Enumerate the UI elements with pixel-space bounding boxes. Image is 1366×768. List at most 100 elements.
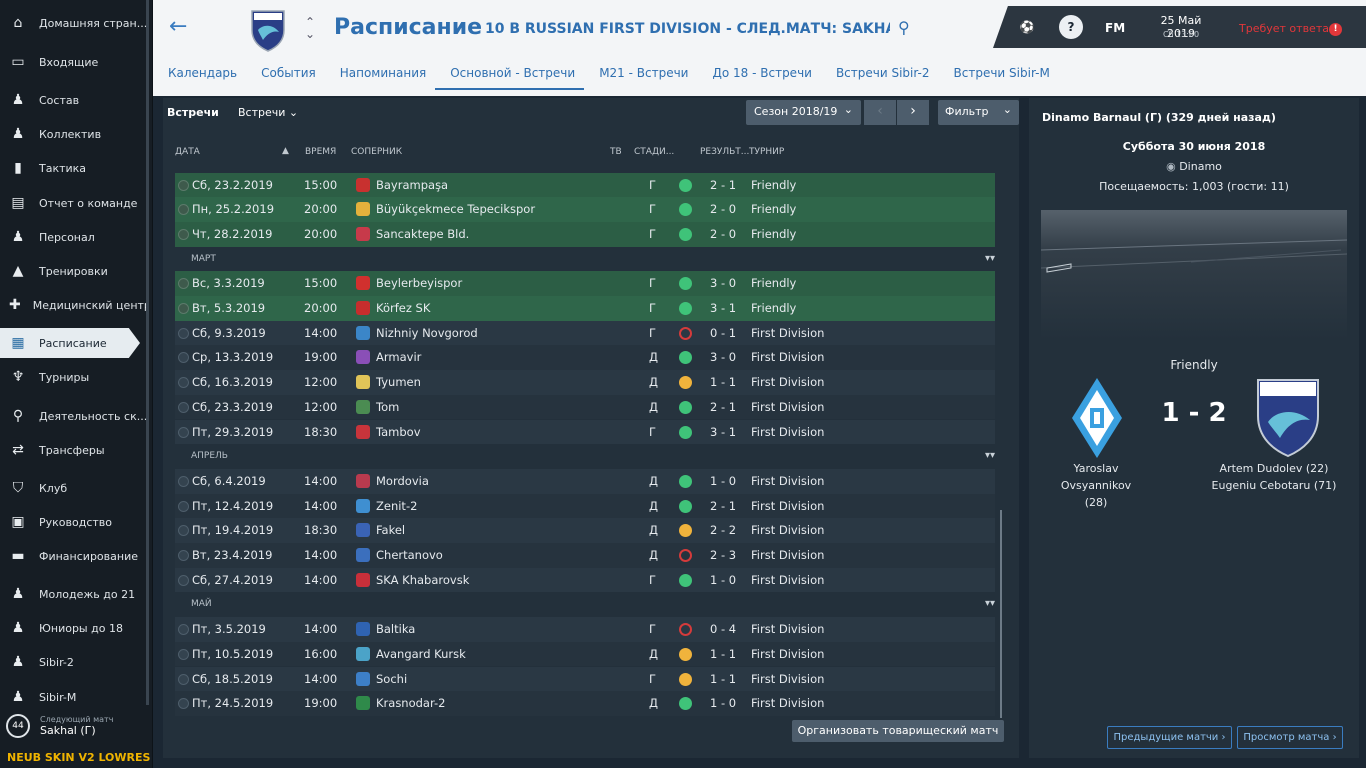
fm-logo[interactable]: FM	[1105, 21, 1125, 35]
table-row[interactable]: Пт, 19.4.2019 18:30 Fakel Д 2 - 2 First Divis…	[175, 518, 995, 543]
opponent-name[interactable]: Armavir	[376, 350, 421, 364]
collapse-icon[interactable]: ▾▾	[985, 598, 995, 609]
match-competition[interactable]: First Division	[751, 350, 824, 364]
opponent-name[interactable]: Sochi	[376, 672, 407, 686]
row-checkbox[interactable]	[178, 426, 189, 438]
opponent-name[interactable]: Nizhniy Novgorod	[376, 326, 478, 340]
table-row[interactable]: Сб, 6.4.2019 14:00 Mordovia Д 1 - 0 First Div…	[175, 468, 995, 494]
match-competition[interactable]: First Division	[751, 400, 824, 414]
table-row[interactable]: Пт, 12.4.2019 14:00 Zenit-2 Д 2 - 1 First Div…	[175, 493, 995, 519]
match-competition[interactable]: Friendly	[751, 202, 796, 216]
list-scrollbar[interactable]	[1000, 510, 1002, 718]
sidebar-item-18[interactable]: ♟ Sibir-2	[0, 647, 148, 677]
match-score[interactable]: 3 - 0	[710, 276, 736, 290]
sidebar-item-1[interactable]: ▭ Входящие	[0, 47, 148, 77]
tab-4[interactable]: M21 - Встречи	[584, 62, 697, 90]
match-competition[interactable]: First Division	[751, 375, 824, 389]
match-score[interactable]: 1 - 1	[710, 647, 736, 661]
updown-switch-icon[interactable]: ⌃ ⌄	[305, 16, 315, 40]
row-checkbox[interactable]	[178, 648, 189, 660]
tab-7[interactable]: Встречи Sibir-M	[939, 62, 1059, 90]
row-checkbox[interactable]	[178, 574, 189, 586]
match-competition[interactable]: First Division	[751, 326, 824, 340]
prev-season-button[interactable]: ‹	[864, 100, 896, 125]
match-competition[interactable]: Friendly	[751, 301, 796, 315]
previous-matches-button[interactable]: Предыдущие матчи ›	[1107, 726, 1232, 749]
back-arrow-icon[interactable]: ←	[169, 14, 187, 39]
match-competition[interactable]: Friendly	[751, 276, 796, 290]
sidebar-item-13[interactable]: ⛉ Клуб	[0, 473, 148, 503]
row-checkbox[interactable]	[178, 475, 189, 487]
tab-6[interactable]: Встречи Sibir-2	[821, 62, 939, 90]
table-row[interactable]: Чт, 28.2.2019 20:00 Sancaktepe Bld. Г 2 - 0 F…	[175, 221, 995, 247]
match-score[interactable]: 2 - 0	[710, 202, 736, 216]
match-competition[interactable]: First Division	[751, 622, 824, 636]
match-score[interactable]: 0 - 1	[710, 326, 736, 340]
opponent-name[interactable]: Chertanovo	[376, 548, 443, 562]
match-competition[interactable]: Friendly	[751, 178, 796, 192]
tab-1[interactable]: События	[246, 62, 325, 90]
sidebar-item-9[interactable]: ▦ Расписание	[0, 328, 140, 358]
sidebar-item-3[interactable]: ♟ Коллектив	[0, 119, 148, 149]
match-score[interactable]: 0 - 4	[710, 622, 736, 636]
sidebar-item-7[interactable]: ▲ Тренировки	[0, 256, 148, 286]
row-checkbox[interactable]	[178, 278, 189, 290]
col-competition[interactable]: ТУРНИР	[749, 147, 784, 157]
opponent-name[interactable]: Krasnodar-2	[376, 696, 445, 710]
opponent-name[interactable]: Tyumen	[376, 375, 421, 389]
match-competition[interactable]: First Division	[751, 499, 824, 513]
sidebar-item-11[interactable]: ⚲ Деятельность ск...	[0, 401, 148, 431]
sidebar-item-8[interactable]: ✚ Медицинский центр	[0, 290, 148, 320]
tab-2[interactable]: Напоминания	[325, 62, 435, 90]
needs-reply-button[interactable]: Требует ответа	[1239, 22, 1329, 35]
table-row[interactable]: Сб, 27.4.2019 14:00 SKA Khabarovsk Г 1 - 0 Fi…	[175, 567, 995, 593]
sidebar-item-10[interactable]: ♆ Турниры	[0, 362, 148, 392]
col-time[interactable]: ВРЕМЯ	[305, 147, 336, 157]
ball-icon[interactable]: ⚽	[1015, 15, 1039, 39]
sidebar-scrollbar[interactable]	[146, 0, 149, 705]
table-row[interactable]: Пт, 24.5.2019 19:00 Krasnodar-2 Д 1 - 0 First…	[175, 691, 995, 716]
table-row[interactable]: Пт, 29.3.2019 18:30 Tambov Г 3 - 1 First Divi…	[175, 419, 995, 445]
opponent-name[interactable]: Fakel	[376, 523, 405, 537]
match-score[interactable]: 1 - 0	[710, 474, 736, 488]
col-opponent[interactable]: СОПЕРНИК	[351, 147, 402, 157]
row-checkbox[interactable]	[178, 303, 189, 314]
match-score[interactable]: 1 - 1	[710, 672, 736, 686]
row-checkbox[interactable]	[178, 179, 189, 191]
match-score[interactable]: 1 - 1	[710, 375, 736, 389]
match-competition[interactable]: First Division	[751, 474, 824, 488]
match-competition[interactable]: First Division	[751, 425, 824, 439]
row-checkbox[interactable]	[178, 327, 189, 339]
col-result[interactable]: РЕЗУЛЬТ...	[700, 147, 749, 157]
sidebar-item-14[interactable]: ▣ Руководство	[0, 507, 148, 537]
opponent-name[interactable]: Tom	[376, 400, 399, 414]
match-competition[interactable]: Friendly	[751, 227, 796, 241]
match-competition[interactable]: First Division	[751, 548, 824, 562]
sidebar-item-15[interactable]: ▬ Финансирование	[0, 541, 148, 571]
opponent-name[interactable]: Sancaktepe Bld.	[376, 227, 469, 241]
sidebar-item-0[interactable]: ⌂ Домашняя стран...	[0, 8, 148, 38]
table-row[interactable]: Сб, 23.2.2019 15:00 Bayrampaşa Г 2 - 1 Friend…	[175, 172, 995, 198]
sidebar-item-17[interactable]: ♟ Юниоры до 18	[0, 613, 148, 643]
tab-5[interactable]: До 18 - Встречи	[697, 62, 820, 90]
row-checkbox[interactable]	[178, 673, 189, 685]
match-score[interactable]: 1 - 0	[710, 573, 736, 587]
opponent-name[interactable]: Mordovia	[376, 474, 429, 488]
opponent-name[interactable]: Tambov	[376, 425, 421, 439]
row-checkbox[interactable]	[178, 698, 189, 710]
opponent-name[interactable]: Bayrampaşa	[376, 178, 448, 192]
sidebar-item-12[interactable]: ⇄ Трансферы	[0, 435, 148, 465]
col-tv[interactable]: ТВ	[610, 147, 622, 157]
match-score[interactable]: 3 - 1	[710, 301, 736, 315]
collapse-icon[interactable]: ▾▾	[985, 253, 995, 264]
opponent-name[interactable]: Avangard Kursk	[376, 647, 466, 661]
row-checkbox[interactable]	[178, 401, 189, 413]
row-checkbox[interactable]	[178, 204, 189, 216]
sidebar-item-4[interactable]: ▮ Тактика	[0, 153, 148, 183]
table-row[interactable]: Вт, 5.3.2019 20:00 Körfez SK Г 3 - 1 Friendly	[175, 296, 995, 321]
match-competition[interactable]: First Division	[751, 647, 824, 661]
search-icon[interactable]: ⚲	[898, 18, 910, 37]
season-select[interactable]: Сезон 2018/19 ⌄	[746, 100, 861, 125]
row-checkbox[interactable]	[178, 550, 189, 561]
month-header[interactable]: МАЙ ▾▾	[175, 592, 995, 616]
